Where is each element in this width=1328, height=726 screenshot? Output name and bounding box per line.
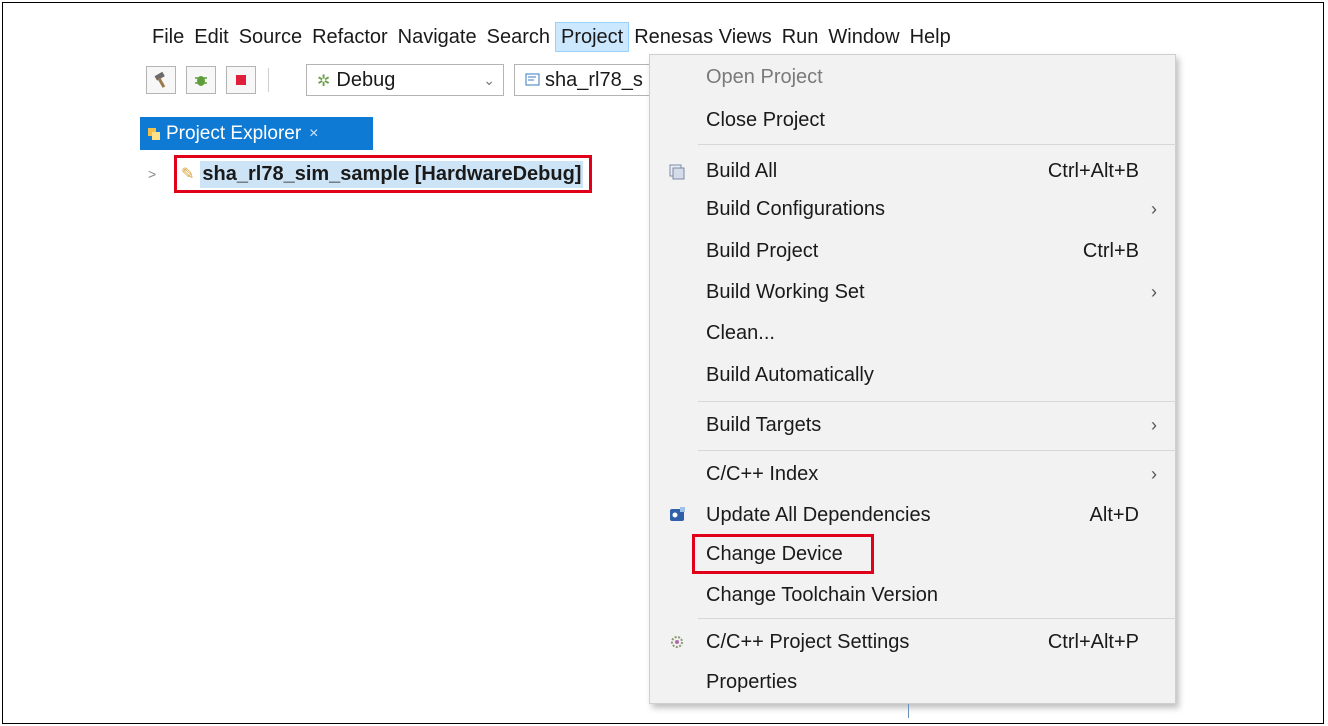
menu-item-label: C/C++ Project Settings <box>706 631 910 653</box>
menu-item-label: Build All <box>706 160 778 182</box>
tab-project-explorer-label: Project Explorer <box>166 123 302 144</box>
menu-item-shortcut: Ctrl+Alt+P <box>1047 631 1139 653</box>
menu-item-update-all-dependencies[interactable]: Update All Dependencies Alt+D <box>650 495 1175 535</box>
bug-icon <box>195 76 207 86</box>
menu-separator <box>698 618 1176 619</box>
menu-edit[interactable]: Edit <box>189 22 233 52</box>
menu-item-build-all[interactable]: Build All Ctrl+Alt+B <box>650 151 1175 191</box>
menu-separator <box>698 450 1176 451</box>
stop-icon <box>236 75 246 85</box>
menu-item-close-project[interactable]: Close Project <box>650 100 1175 140</box>
tree-item-project-label: sha_rl78_sim_sample [HardwareDebug] <box>200 160 584 188</box>
menu-run[interactable]: Run <box>777 22 824 52</box>
stop-button[interactable] <box>226 66 256 94</box>
menu-item-shortcut: Ctrl+Alt+B <box>1047 160 1139 182</box>
chevron-down-icon: ⌄ <box>483 72 495 88</box>
menu-item-label: Clean... <box>706 322 775 344</box>
background-divider <box>908 704 909 718</box>
debug-button[interactable] <box>186 66 216 94</box>
menu-item-label: Update All Dependencies <box>706 504 931 526</box>
submenu-arrow-icon: › <box>1151 415 1157 435</box>
menu-item-build-working-set[interactable]: Build Working Set › <box>650 272 1175 312</box>
menubar: File Edit Source Refactor Navigate Searc… <box>147 22 956 52</box>
menu-item-build-targets[interactable]: Build Targets › <box>650 405 1175 445</box>
build-configuration-value: Debug <box>336 69 396 91</box>
tab-project-explorer[interactable]: Project Explorer × <box>140 117 373 150</box>
menu-item-build-automatically[interactable]: Build Automatically <box>650 355 1175 395</box>
menu-item-label: Build Project <box>706 240 819 262</box>
submenu-arrow-icon: › <box>1151 282 1157 302</box>
menu-item-shortcut: Alt+D <box>1089 504 1139 526</box>
menu-item-label: Properties <box>706 671 798 693</box>
project-menu: Open Project Close Project Build All Ctr… <box>649 54 1176 704</box>
menu-renesas-views[interactable]: Renesas Views <box>629 22 776 52</box>
menu-help[interactable]: Help <box>905 22 956 52</box>
menu-window[interactable]: Window <box>823 22 904 52</box>
build-configuration-select[interactable]: ✲ Debug ⌄ <box>306 64 504 96</box>
menu-item-label: Close Project <box>706 109 825 131</box>
menu-item-shortcut: Ctrl+B <box>1082 240 1139 262</box>
project-explorer-icon <box>148 127 160 140</box>
menu-item-label: C/C++ Index <box>706 463 819 485</box>
menu-item-label: Build Configurations <box>706 198 885 220</box>
menu-source[interactable]: Source <box>234 22 307 52</box>
menu-item-clean[interactable]: Clean... <box>650 313 1175 353</box>
close-icon[interactable]: × <box>309 117 318 150</box>
gear-icon: ✲ <box>317 73 331 90</box>
build-all-icon <box>669 164 685 180</box>
dependencies-icon <box>670 507 685 521</box>
menu-item-label: Build Automatically <box>706 364 874 386</box>
tree-row: > ✎ sha_rl78_sim_sample [HardwareDebug] <box>148 155 593 193</box>
tree-item-project[interactable]: ✎ sha_rl78_sim_sample [HardwareDebug] <box>174 155 593 193</box>
menu-item-build-project[interactable]: Build Project Ctrl+B <box>650 231 1175 271</box>
menu-refactor[interactable]: Refactor <box>307 22 393 52</box>
menu-item-label: Build Working Set <box>706 281 865 303</box>
menu-search[interactable]: Search <box>482 22 555 52</box>
menu-item-properties[interactable]: Properties <box>650 662 1175 702</box>
menu-separator <box>698 401 1176 402</box>
c-project-icon: ✎ <box>181 166 195 183</box>
menu-project[interactable]: Project <box>554 22 630 52</box>
menu-item-open-project[interactable]: Open Project <box>650 57 1175 97</box>
build-hammer-button[interactable] <box>146 66 176 94</box>
settings-icon <box>671 636 683 648</box>
menu-file[interactable]: File <box>147 22 189 52</box>
menu-separator <box>698 144 1176 145</box>
hammer-icon <box>154 71 166 88</box>
launch-config-icon <box>525 73 540 86</box>
submenu-arrow-icon: › <box>1151 464 1157 484</box>
menu-item-label: Change Toolchain Version <box>706 584 939 606</box>
menu-item-cpp-index[interactable]: C/C++ Index › <box>650 454 1175 494</box>
chevron-right-icon[interactable]: > <box>148 166 168 182</box>
menu-item-label: Build Targets <box>706 414 822 436</box>
toolbar-separator <box>268 68 269 92</box>
launch-configuration-value: sha_rl78_s <box>545 69 643 91</box>
menu-navigate[interactable]: Navigate <box>393 22 482 52</box>
menu-item-label: Open Project <box>706 66 823 88</box>
launch-configuration-select[interactable]: sha_rl78_s <box>514 64 656 96</box>
menu-item-change-toolchain-version[interactable]: Change Toolchain Version <box>650 575 1175 615</box>
submenu-arrow-icon: › <box>1151 199 1157 219</box>
menu-item-build-configurations[interactable]: Build Configurations › <box>650 189 1175 229</box>
change-device-highlight-box <box>692 534 874 574</box>
menu-item-cpp-project-settings[interactable]: C/C++ Project Settings Ctrl+Alt+P <box>650 622 1175 662</box>
